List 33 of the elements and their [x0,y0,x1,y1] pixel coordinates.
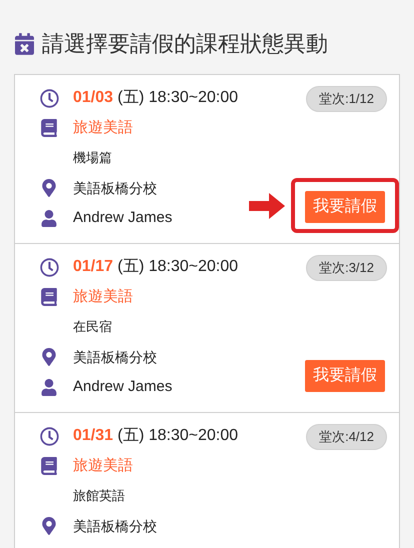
lesson-time: 01/03 (五) 18:30~20:00 [73,88,238,108]
lesson-topic: 機場篇 [73,149,112,168]
book-icon [41,119,57,137]
branch-name: 美語板橋分校 [73,178,157,198]
course-name: 旅遊美語 [73,456,133,476]
session-badge: 堂次:3/12 [306,255,387,281]
branch-name: 美語板橋分校 [73,516,157,536]
person-icon [41,378,57,396]
lesson-time: 01/31 (五) 18:30~20:00 [73,426,238,446]
book-icon [41,457,57,475]
location-pin-icon [42,179,56,197]
lesson-topic: 旅館英語 [73,487,125,506]
location-pin-icon [42,517,56,535]
page-title: 請選擇要請假的課程狀態異動 [42,30,328,58]
teacher-name: Andrew James [73,376,172,397]
lesson-time: 01/17 (五) 18:30~20:00 [73,257,238,277]
request-leave-button[interactable]: 我要請假 [305,360,385,392]
location-pin-icon [42,348,56,366]
lesson-topic: 在民宿 [73,318,112,336]
request-leave-button[interactable]: 我要請假 [305,191,385,223]
clock-icon [40,258,58,276]
person-icon [41,210,57,226]
calendar-cancel-icon [15,32,34,54]
book-icon [41,288,57,306]
clock-icon [40,88,58,108]
teacher-name: Andrew James [73,208,172,228]
branch-name: 美語板橋分校 [73,348,157,366]
session-badge: 堂次:4/12 [306,424,387,450]
arrow-icon [249,192,285,218]
clock-icon [40,426,58,446]
session-badge: 堂次:1/12 [306,86,387,112]
course-name: 旅遊美語 [73,286,133,307]
course-name: 旅遊美語 [73,118,133,138]
